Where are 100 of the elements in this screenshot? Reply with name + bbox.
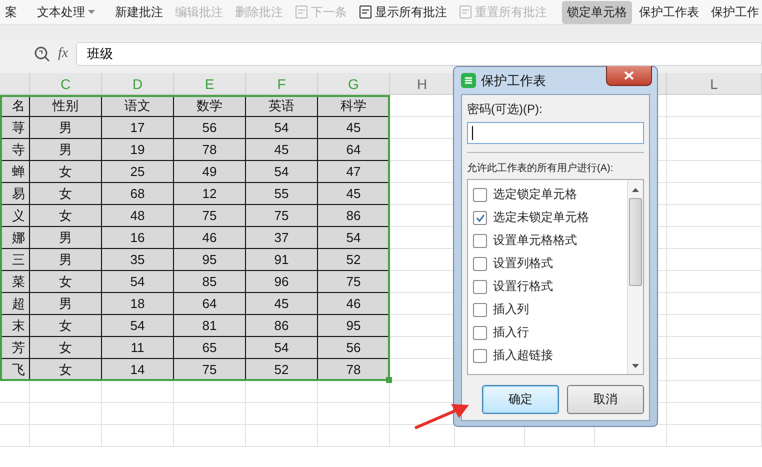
permissions-label: 允许此工作表的所有用户进行(A):: [467, 162, 614, 175]
ribbon-button[interactable]: 显示所有批注: [354, 0, 452, 24]
table-cell: 78: [174, 139, 246, 161]
empty-cell: [102, 425, 174, 447]
ribbon-button[interactable]: 保护工作: [706, 0, 762, 24]
table-cell: 75: [318, 271, 390, 293]
note-icon: [459, 5, 472, 19]
table-cell: 三: [0, 249, 30, 271]
zoom-icon[interactable]: [34, 46, 50, 62]
table-cell: 45: [246, 293, 318, 315]
empty-cell: [30, 381, 102, 403]
empty-cell: [390, 425, 455, 447]
table-cell: 65: [174, 337, 246, 359]
checkbox[interactable]: [473, 280, 487, 294]
ribbon-button[interactable]: 文本处理: [32, 0, 100, 24]
password-field[interactable]: [467, 122, 644, 144]
empty-cell: [174, 403, 246, 425]
table-cell: 45: [318, 117, 390, 139]
checkbox[interactable]: [473, 302, 487, 316]
table-cell: 35: [102, 249, 174, 271]
table-cell: 91: [246, 249, 318, 271]
table-cell: 女: [30, 315, 102, 337]
column-header[interactable]: L: [667, 73, 762, 95]
annotation-arrow: [413, 402, 471, 430]
permission-label[interactable]: 插入超链接: [493, 347, 553, 364]
scroll-down-icon[interactable]: [632, 364, 639, 368]
empty-cell: [102, 403, 174, 425]
function-label[interactable]: fx: [58, 46, 68, 62]
table-cell: 48: [102, 205, 174, 227]
table-cell: 英语: [246, 95, 318, 117]
table-cell: 18: [102, 293, 174, 315]
formula-field[interactable]: 班级: [76, 42, 762, 66]
table-cell: 86: [246, 315, 318, 337]
close-button[interactable]: [606, 66, 652, 86]
table-cell: 义: [0, 205, 30, 227]
checkbox[interactable]: [473, 348, 487, 362]
permission-label[interactable]: 设置行格式: [493, 278, 553, 295]
scroll-up-icon[interactable]: [632, 188, 639, 192]
permission-label[interactable]: 选定锁定单元格: [493, 186, 577, 203]
permission-label[interactable]: 设置列格式: [493, 255, 553, 272]
table-cell: 52: [246, 359, 318, 381]
table-cell: 64: [174, 293, 246, 315]
table-cell: 语文: [102, 95, 174, 117]
table-cell: 女: [30, 161, 102, 183]
table-cell: 女: [30, 271, 102, 293]
empty-cell: [174, 381, 246, 403]
table-cell: 蝉: [0, 161, 30, 183]
ribbon-button[interactable]: 锁定单元格: [562, 0, 632, 24]
table-cell: 54: [246, 117, 318, 139]
fill-handle[interactable]: [386, 377, 392, 383]
table-cell: 女: [30, 205, 102, 227]
table-cell: 56: [174, 117, 246, 139]
permission-label[interactable]: 选定未锁定单元格: [493, 209, 589, 226]
table-cell: 19: [102, 139, 174, 161]
empty-cell: [0, 425, 30, 447]
table-cell: 86: [318, 205, 390, 227]
table-cell: 性别: [30, 95, 102, 117]
checkbox[interactable]: [473, 256, 487, 270]
table-cell: 46: [318, 293, 390, 315]
ribbon-button[interactable]: 案: [0, 0, 22, 24]
table-cell: 娜: [0, 227, 30, 249]
checkbox[interactable]: [473, 210, 487, 224]
table-cell: 男: [30, 293, 102, 315]
checkbox[interactable]: [473, 234, 487, 248]
table-cell: 12: [174, 183, 246, 205]
permission-label[interactable]: 插入行: [493, 324, 529, 341]
table-cell: 75: [246, 205, 318, 227]
checkbox[interactable]: [473, 188, 487, 202]
empty-cell: [246, 425, 318, 447]
column-header[interactable]: H: [390, 73, 455, 95]
checkbox[interactable]: [473, 326, 487, 340]
caret-icon: [88, 10, 95, 14]
empty-cell: [174, 425, 246, 447]
empty-cell: [102, 381, 174, 403]
permission-label[interactable]: 插入列: [493, 301, 529, 318]
note-icon: [359, 5, 372, 19]
table-cell: 54: [246, 337, 318, 359]
app-icon: [461, 73, 476, 88]
table-cell: 81: [174, 315, 246, 337]
table-cell: 17: [102, 117, 174, 139]
ok-button[interactable]: 确定: [482, 385, 559, 414]
table-cell: 菜: [0, 271, 30, 293]
empty-cell: [0, 403, 30, 425]
ribbon-button[interactable]: 新建批注: [110, 0, 168, 24]
table-cell: 75: [174, 359, 246, 381]
table-cell: 46: [174, 227, 246, 249]
table-cell: 女: [30, 337, 102, 359]
table-cell: 女: [30, 183, 102, 205]
table-cell: 96: [246, 271, 318, 293]
empty-cell: [246, 403, 318, 425]
ribbon-button[interactable]: 保护工作表: [634, 0, 704, 24]
permission-label[interactable]: 设置单元格格式: [493, 232, 577, 249]
scrollbar[interactable]: [627, 180, 643, 374]
table-cell: 25: [102, 161, 174, 183]
dialog-title: 保护工作表: [481, 72, 546, 90]
table-cell: 易: [0, 183, 30, 205]
empty-cell: [0, 381, 30, 403]
table-cell: 男: [30, 139, 102, 161]
cancel-button[interactable]: 取消: [567, 385, 644, 414]
table-cell: 52: [318, 249, 390, 271]
